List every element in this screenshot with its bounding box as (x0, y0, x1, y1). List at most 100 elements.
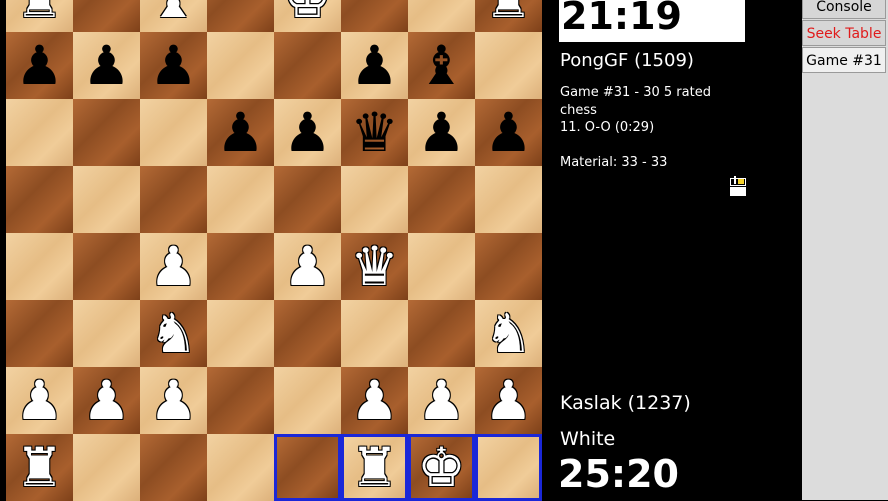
square-c3[interactable]: ♞ (140, 300, 207, 367)
white-knight-icon[interactable]: ♞ (484, 306, 532, 361)
black-pawn-icon[interactable]: ♟ (15, 38, 63, 93)
tab-bar: Console Seek Table Game #31 (802, 0, 888, 500)
square-g3[interactable] (408, 300, 475, 367)
white-bishop-icon[interactable]: ♝ (149, 0, 197, 26)
square-b1[interactable] (73, 434, 140, 501)
square-h5[interactable] (475, 166, 542, 233)
square-d3[interactable] (207, 300, 274, 367)
square-g1[interactable]: ♚ (408, 434, 475, 501)
white-pawn-icon[interactable]: ♟ (82, 373, 130, 428)
square-e7[interactable] (274, 32, 341, 99)
white-rook-icon[interactable]: ♜ (15, 0, 63, 26)
square-f6[interactable]: ♛ (341, 99, 408, 166)
square-e1[interactable] (274, 434, 341, 501)
square-b4[interactable] (73, 233, 140, 300)
square-e8[interactable]: ♚ (274, 0, 341, 32)
square-f5[interactable] (341, 166, 408, 233)
square-f8[interactable] (341, 0, 408, 32)
square-a4[interactable] (6, 233, 73, 300)
square-b3[interactable] (73, 300, 140, 367)
white-pawn-icon[interactable]: ♟ (484, 373, 532, 428)
square-d8[interactable] (207, 0, 274, 32)
square-g7[interactable]: ♝ (408, 32, 475, 99)
black-queen-icon[interactable]: ♛ (350, 105, 398, 160)
opponent-name: PongGF (1509) (560, 50, 694, 71)
white-king-icon[interactable]: ♚ (417, 440, 465, 495)
white-pawn-icon[interactable]: ♟ (283, 239, 331, 294)
square-e6[interactable]: ♟ (274, 99, 341, 166)
square-f7[interactable]: ♟ (341, 32, 408, 99)
black-pawn-icon[interactable]: ♟ (484, 105, 532, 160)
square-h6[interactable]: ♟ (475, 99, 542, 166)
square-a5[interactable] (6, 166, 73, 233)
tab-seek-table[interactable]: Seek Table (802, 20, 886, 46)
square-g8[interactable] (408, 0, 475, 32)
square-c6[interactable] (140, 99, 207, 166)
black-bishop-icon[interactable]: ♝ (417, 38, 465, 93)
black-pawn-icon[interactable]: ♟ (82, 38, 130, 93)
square-h2[interactable]: ♟ (475, 367, 542, 434)
square-d4[interactable] (207, 233, 274, 300)
square-b6[interactable] (73, 99, 140, 166)
square-e2[interactable] (274, 367, 341, 434)
square-h3[interactable]: ♞ (475, 300, 542, 367)
square-f4[interactable]: ♛ (341, 233, 408, 300)
square-g4[interactable] (408, 233, 475, 300)
black-pawn-icon[interactable]: ♟ (350, 38, 398, 93)
white-queen-icon[interactable]: ♛ (350, 239, 398, 294)
black-pawn-icon[interactable]: ♟ (149, 38, 197, 93)
white-rook-icon[interactable]: ♜ (15, 440, 63, 495)
square-a6[interactable] (6, 99, 73, 166)
black-pawn-icon[interactable]: ♟ (417, 105, 465, 160)
square-a3[interactable] (6, 300, 73, 367)
white-pawn-icon[interactable]: ♟ (417, 373, 465, 428)
square-f3[interactable] (341, 300, 408, 367)
square-d1[interactable] (207, 434, 274, 501)
square-g2[interactable]: ♟ (408, 367, 475, 434)
white-pawn-icon[interactable]: ♟ (149, 239, 197, 294)
square-h8[interactable]: ♜ (475, 0, 542, 32)
square-b7[interactable]: ♟ (73, 32, 140, 99)
board-mini-icon[interactable] (728, 176, 748, 198)
square-a2[interactable]: ♟ (6, 367, 73, 434)
player-color: White (560, 428, 616, 450)
square-d5[interactable] (207, 166, 274, 233)
square-e4[interactable]: ♟ (274, 233, 341, 300)
white-rook-icon[interactable]: ♜ (350, 440, 398, 495)
square-g6[interactable]: ♟ (408, 99, 475, 166)
white-rook-icon[interactable]: ♜ (484, 0, 532, 26)
tab-game[interactable]: Game #31 (802, 47, 886, 73)
square-d7[interactable] (207, 32, 274, 99)
square-h4[interactable] (475, 233, 542, 300)
square-d6[interactable]: ♟ (207, 99, 274, 166)
square-c2[interactable]: ♟ (140, 367, 207, 434)
square-e5[interactable] (274, 166, 341, 233)
chess-board[interactable]: ♜ ♝ ♚ ♜ ♟ ♟ ♟ ♟ ♝ ♟ ♟ ♛ ♟ ♟ ♟ ♟ ♛ ♞ ♞ ♟ ♟ ♟ ♟ ♟ ♟ ♜ ♜ ♚ (6, 0, 542, 501)
white-king-icon[interactable]: ♚ (283, 0, 331, 26)
square-c8[interactable]: ♝ (140, 0, 207, 32)
square-f2[interactable]: ♟ (341, 367, 408, 434)
square-c5[interactable] (140, 166, 207, 233)
white-knight-icon[interactable]: ♞ (149, 306, 197, 361)
square-g5[interactable] (408, 166, 475, 233)
tab-console[interactable]: Console (802, 0, 886, 19)
square-c4[interactable]: ♟ (140, 233, 207, 300)
square-b8[interactable] (73, 0, 140, 32)
square-c7[interactable]: ♟ (140, 32, 207, 99)
square-a7[interactable]: ♟ (6, 32, 73, 99)
square-e3[interactable] (274, 300, 341, 367)
square-c1[interactable] (140, 434, 207, 501)
black-pawn-icon[interactable]: ♟ (283, 105, 331, 160)
square-a8[interactable]: ♜ (6, 0, 73, 32)
white-pawn-icon[interactable]: ♟ (350, 373, 398, 428)
square-f1[interactable]: ♜ (341, 434, 408, 501)
square-a1[interactable]: ♜ (6, 434, 73, 501)
square-h1[interactable] (475, 434, 542, 501)
square-b2[interactable]: ♟ (73, 367, 140, 434)
black-pawn-icon[interactable]: ♟ (216, 105, 264, 160)
white-pawn-icon[interactable]: ♟ (149, 373, 197, 428)
square-d2[interactable] (207, 367, 274, 434)
square-b5[interactable] (73, 166, 140, 233)
square-h7[interactable] (475, 32, 542, 99)
white-pawn-icon[interactable]: ♟ (15, 373, 63, 428)
